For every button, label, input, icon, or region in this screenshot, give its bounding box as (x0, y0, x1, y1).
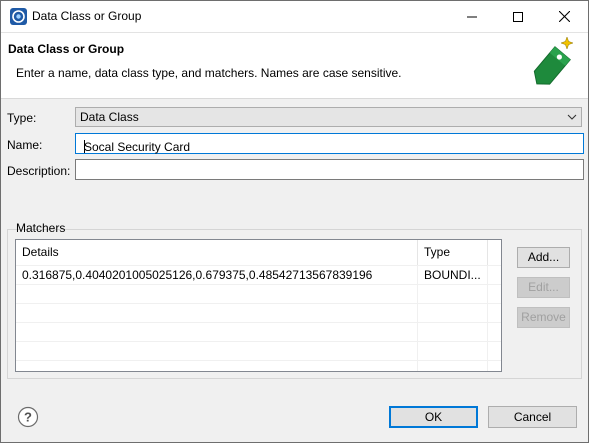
row-divider (16, 284, 501, 285)
row-divider (16, 265, 501, 266)
ok-button[interactable]: OK (389, 406, 478, 428)
app-icon (10, 8, 27, 25)
window-title: Data Class or Group (32, 9, 142, 23)
minimize-button[interactable] (449, 1, 495, 32)
header-banner: Data Class or Group Enter a name, data c… (1, 33, 588, 99)
matchers-table[interactable]: Details Type 0.316875,0.4040201005025126… (15, 239, 502, 372)
svg-text:?: ? (24, 410, 32, 425)
row-divider (16, 303, 501, 304)
cancel-button[interactable]: Cancel (488, 406, 577, 428)
cell-type: BOUNDI... (424, 268, 481, 282)
row-divider (16, 360, 501, 361)
column-divider (487, 265, 488, 371)
add-matcher-button[interactable]: Add... (517, 247, 570, 268)
maximize-icon (513, 11, 523, 22)
description-label: Description: (7, 164, 71, 178)
type-combobox[interactable]: Data Class (75, 107, 582, 127)
row-divider (16, 341, 501, 342)
name-field-text: Socal Security Card (84, 140, 191, 154)
banner-title: Data Class or Group (8, 42, 125, 56)
type-combobox-value: Data Class (80, 110, 139, 124)
close-button[interactable] (541, 1, 587, 32)
edit-matcher-button[interactable]: Edit... (517, 277, 570, 298)
column-header-details[interactable]: Details (16, 240, 418, 265)
column-header-type[interactable]: Type (418, 240, 488, 265)
type-label: Type: (7, 111, 37, 125)
banner-message: Enter a name, data class type, and match… (16, 66, 402, 80)
matchers-group-label: Matchers (16, 221, 66, 235)
cell-details: 0.316875,0.4040201005025126,0.679375,0.4… (22, 268, 373, 282)
help-icon[interactable]: ? (17, 406, 39, 428)
column-header-filler (488, 240, 501, 265)
remove-matcher-button[interactable]: Remove (517, 307, 570, 328)
name-field[interactable]: Socal Security Card (75, 133, 584, 154)
close-icon (558, 11, 570, 22)
chevron-down-icon (567, 114, 577, 120)
minimize-icon (467, 16, 477, 17)
maximize-button[interactable] (495, 1, 541, 32)
green-tag-icon (533, 36, 574, 85)
column-divider (417, 265, 418, 371)
text-caret (84, 140, 85, 153)
title-bar: Data Class or Group (1, 1, 588, 33)
row-divider (16, 322, 501, 323)
name-label: Name: (7, 138, 43, 152)
description-field[interactable] (75, 159, 584, 180)
dialog-window: Data Class or Group Data Class or Group … (0, 0, 589, 443)
